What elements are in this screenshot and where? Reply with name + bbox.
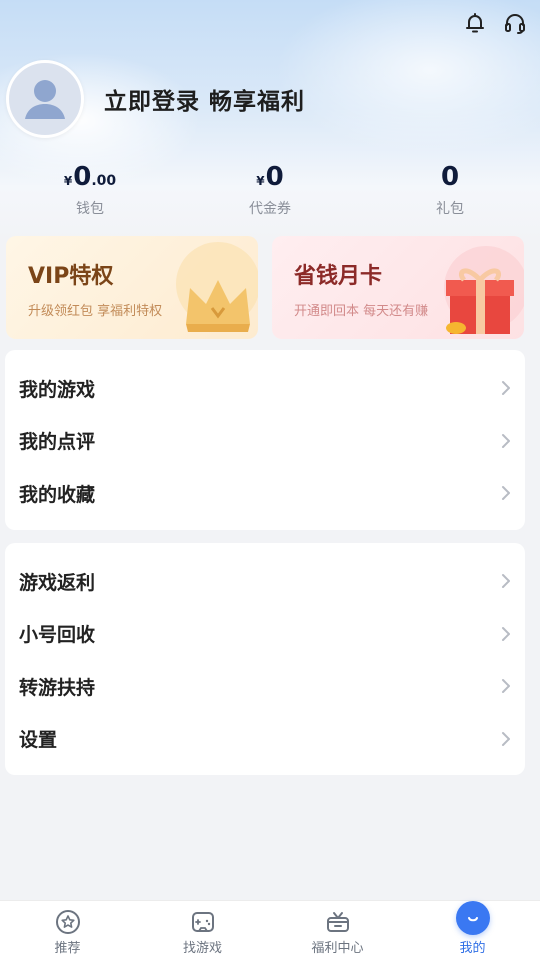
tab-label: 福利中心 bbox=[311, 941, 364, 956]
menu-item-my-games[interactable]: 我的游戏 bbox=[5, 362, 525, 415]
menu-item-label: 我的收藏 bbox=[19, 483, 96, 506]
promo-row: VIP特权 升级领红包 享福利特权 省钱月卡 开通即回本 每天还有赚 bbox=[6, 236, 524, 339]
tab-label: 推荐 bbox=[54, 941, 81, 956]
menu-item-label: 设置 bbox=[19, 729, 58, 752]
stat-value: 0 bbox=[265, 162, 284, 192]
avatar[interactable] bbox=[6, 60, 84, 138]
menu-item-settings[interactable]: 设置 bbox=[5, 713, 525, 766]
tab-label: 我的 bbox=[459, 941, 486, 956]
chevron-right-icon bbox=[502, 433, 510, 448]
vip-subtitle: 升级领红包 享福利特权 bbox=[28, 304, 163, 319]
stat-label: 钱包 bbox=[76, 201, 104, 217]
menu-item-label: 我的游戏 bbox=[19, 378, 96, 401]
stat-wallet[interactable]: ¥ 0 .00 钱包 bbox=[0, 162, 180, 218]
chevron-right-icon bbox=[502, 486, 510, 501]
tab-welfare-center[interactable]: 福利中心 bbox=[270, 901, 405, 956]
stats-bar: ¥ 0 .00 钱包 ¥ 0 代金券 0 礼包 bbox=[0, 162, 540, 218]
menu-item-label: 游戏返利 bbox=[19, 571, 96, 594]
stat-value: 0 bbox=[73, 162, 92, 192]
stat-gift-pack[interactable]: 0 礼包 bbox=[360, 162, 540, 218]
currency-symbol: ¥ bbox=[256, 174, 265, 188]
menu-item-account-recycle[interactable]: 小号回收 bbox=[5, 608, 525, 661]
bottom-tab-bar: 推荐 找游戏 福利中心 我的 bbox=[0, 900, 540, 956]
chevron-right-icon bbox=[502, 731, 510, 746]
menu-group-2: 游戏返利 小号回收 转游扶持 设置 bbox=[5, 543, 525, 775]
crown-icon bbox=[176, 242, 258, 332]
chevron-right-icon bbox=[502, 626, 510, 641]
bell-icon[interactable] bbox=[462, 10, 488, 36]
tab-recommend[interactable]: 推荐 bbox=[0, 901, 135, 956]
gift-box-art-icon bbox=[444, 246, 524, 334]
menu-item-label: 我的点评 bbox=[19, 431, 96, 454]
menu-item-transfer-support[interactable]: 转游扶持 bbox=[5, 660, 525, 713]
stat-label: 代金券 bbox=[249, 201, 291, 217]
stat-value-decimal: .00 bbox=[91, 173, 117, 189]
monthly-card-subtitle: 开通即回本 每天还有赚 bbox=[294, 304, 429, 319]
menu-item-label: 转游扶持 bbox=[19, 676, 96, 699]
top-toolbar bbox=[462, 10, 528, 36]
stat-label: 礼包 bbox=[436, 201, 464, 217]
gamepad-icon bbox=[191, 912, 214, 932]
chevron-right-icon bbox=[502, 381, 510, 396]
headset-icon[interactable] bbox=[502, 10, 528, 36]
chevron-right-icon bbox=[502, 574, 510, 589]
vip-card[interactable]: VIP特权 升级领红包 享福利特权 bbox=[6, 236, 258, 339]
stat-voucher[interactable]: ¥ 0 代金券 bbox=[180, 162, 360, 218]
star-icon bbox=[55, 910, 80, 934]
monthly-card[interactable]: 省钱月卡 开通即回本 每天还有赚 bbox=[272, 236, 524, 339]
profile-smile-icon bbox=[455, 901, 490, 935]
menu-item-label: 小号回收 bbox=[19, 624, 96, 647]
gift-box-icon bbox=[326, 912, 349, 932]
profile-header: 立即登录 畅享福利 bbox=[6, 60, 305, 138]
menu-item-my-reviews[interactable]: 我的点评 bbox=[5, 415, 525, 468]
tab-label: 找游戏 bbox=[182, 941, 222, 956]
menu-item-game-rebate[interactable]: 游戏返利 bbox=[5, 555, 525, 608]
profile-page: 立即登录 畅享福利 ¥ 0 .00 钱包 ¥ 0 代金券 0 礼包 VIP特权 … bbox=[0, 0, 540, 956]
tab-find-games[interactable]: 找游戏 bbox=[135, 901, 270, 956]
chevron-right-icon bbox=[502, 679, 510, 694]
login-prompt[interactable]: 立即登录 畅享福利 bbox=[104, 82, 305, 116]
tab-mine[interactable]: 我的 bbox=[405, 901, 540, 956]
menu-group-1: 我的游戏 我的点评 我的收藏 bbox=[5, 350, 525, 530]
stat-value: 0 bbox=[440, 162, 460, 192]
menu-item-my-favorites[interactable]: 我的收藏 bbox=[5, 467, 525, 520]
currency-symbol: ¥ bbox=[63, 174, 73, 188]
